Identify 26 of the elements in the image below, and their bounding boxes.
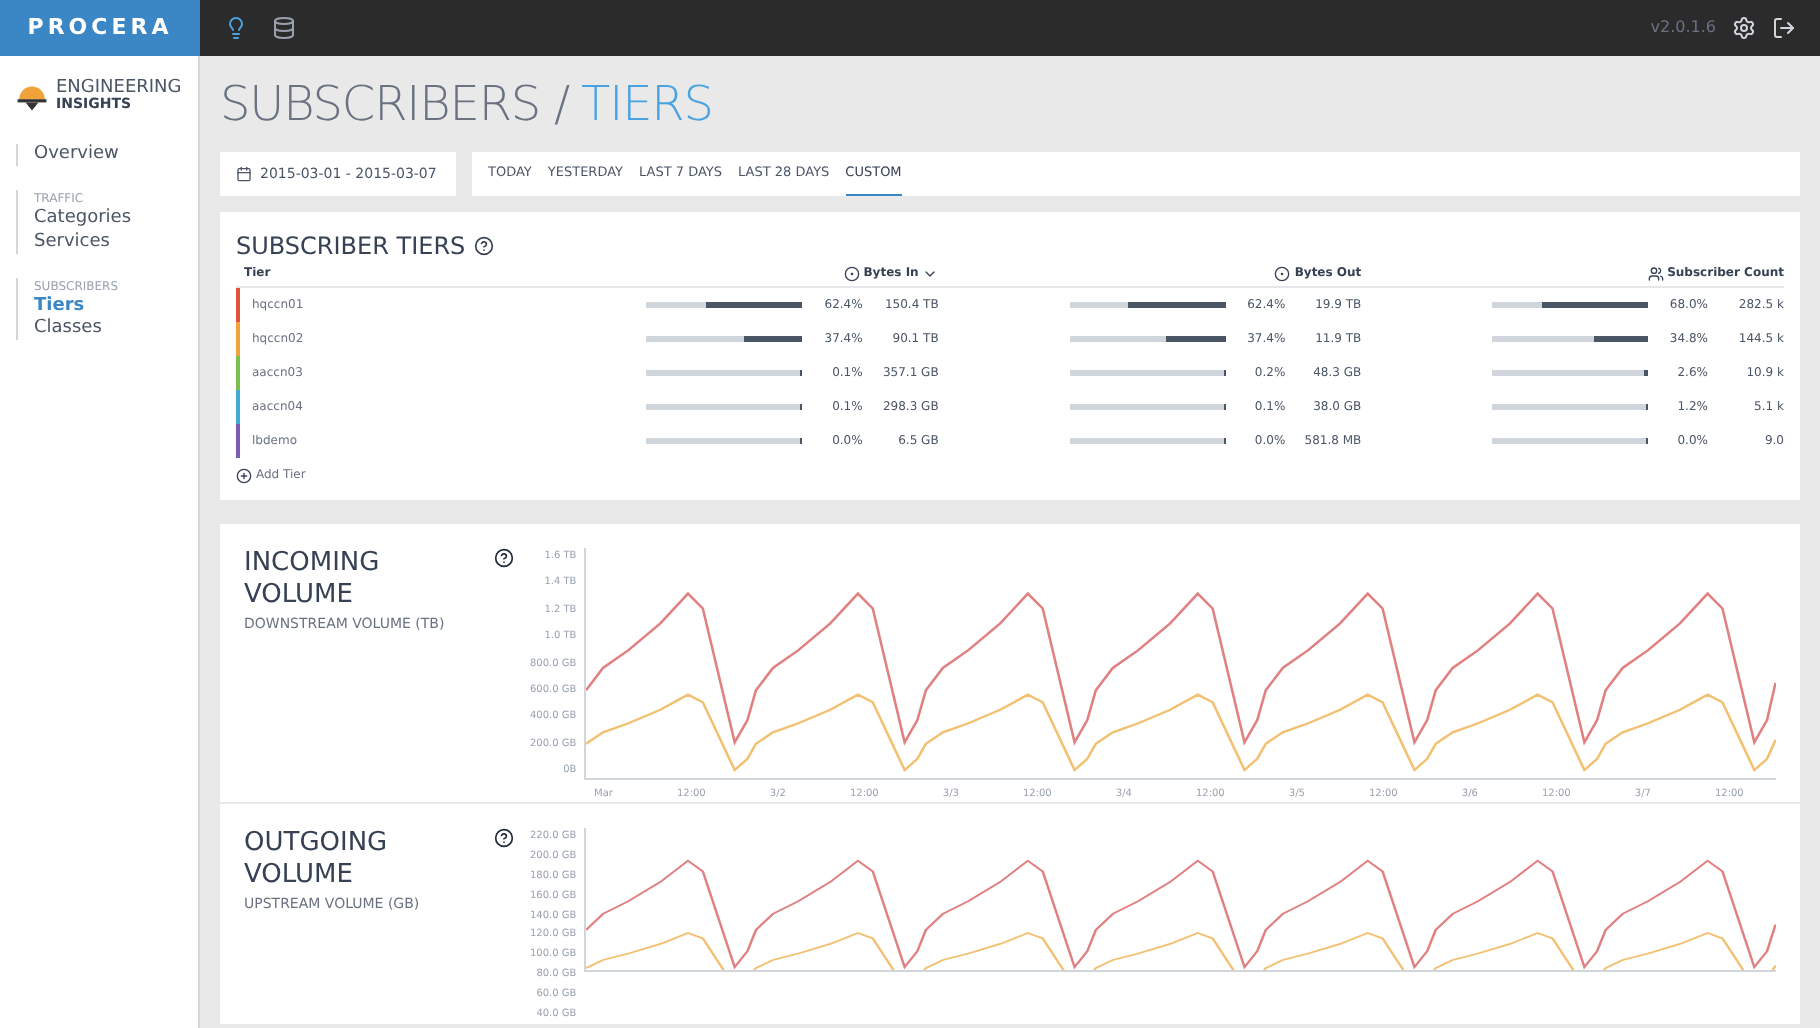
logo-text: ENGINEERING <box>56 80 182 98</box>
calendar-icon <box>236 166 252 182</box>
sidebar-item[interactable]: Categories <box>34 208 198 231</box>
help-icon[interactable] <box>494 548 514 568</box>
card-title: OUTGOING VOLUME <box>244 828 390 893</box>
page-title: TIERS <box>581 80 713 128</box>
brand-logo: PROCERA <box>0 0 200 56</box>
logout-icon[interactable] <box>1772 16 1796 40</box>
card-title: INCOMING VOLUME <box>244 548 382 613</box>
database-icon[interactable] <box>272 16 296 40</box>
settings-icon[interactable] <box>1732 16 1756 40</box>
sort-icon <box>1274 265 1291 281</box>
help-icon[interactable] <box>494 828 514 848</box>
card-title: SUBSCRIBER TIERS <box>236 230 466 264</box>
sidebar-item[interactable]: Overview <box>34 144 198 167</box>
plus-icon <box>236 467 252 483</box>
users-icon <box>1647 265 1664 281</box>
lightbulb-icon[interactable] <box>224 16 248 40</box>
help-icon[interactable] <box>473 236 494 256</box>
sort-icon <box>843 265 860 281</box>
sidebar-item[interactable]: Tiers <box>34 295 198 318</box>
hardhat-logo-icon <box>16 80 48 112</box>
version-label: v2.0.1.6 <box>1650 16 1716 40</box>
breadcrumb-parent[interactable]: SUBSCRIBERS / <box>220 80 570 128</box>
sidebar-item[interactable]: Services <box>34 231 198 254</box>
sidebar-item[interactable]: Classes <box>34 318 198 341</box>
